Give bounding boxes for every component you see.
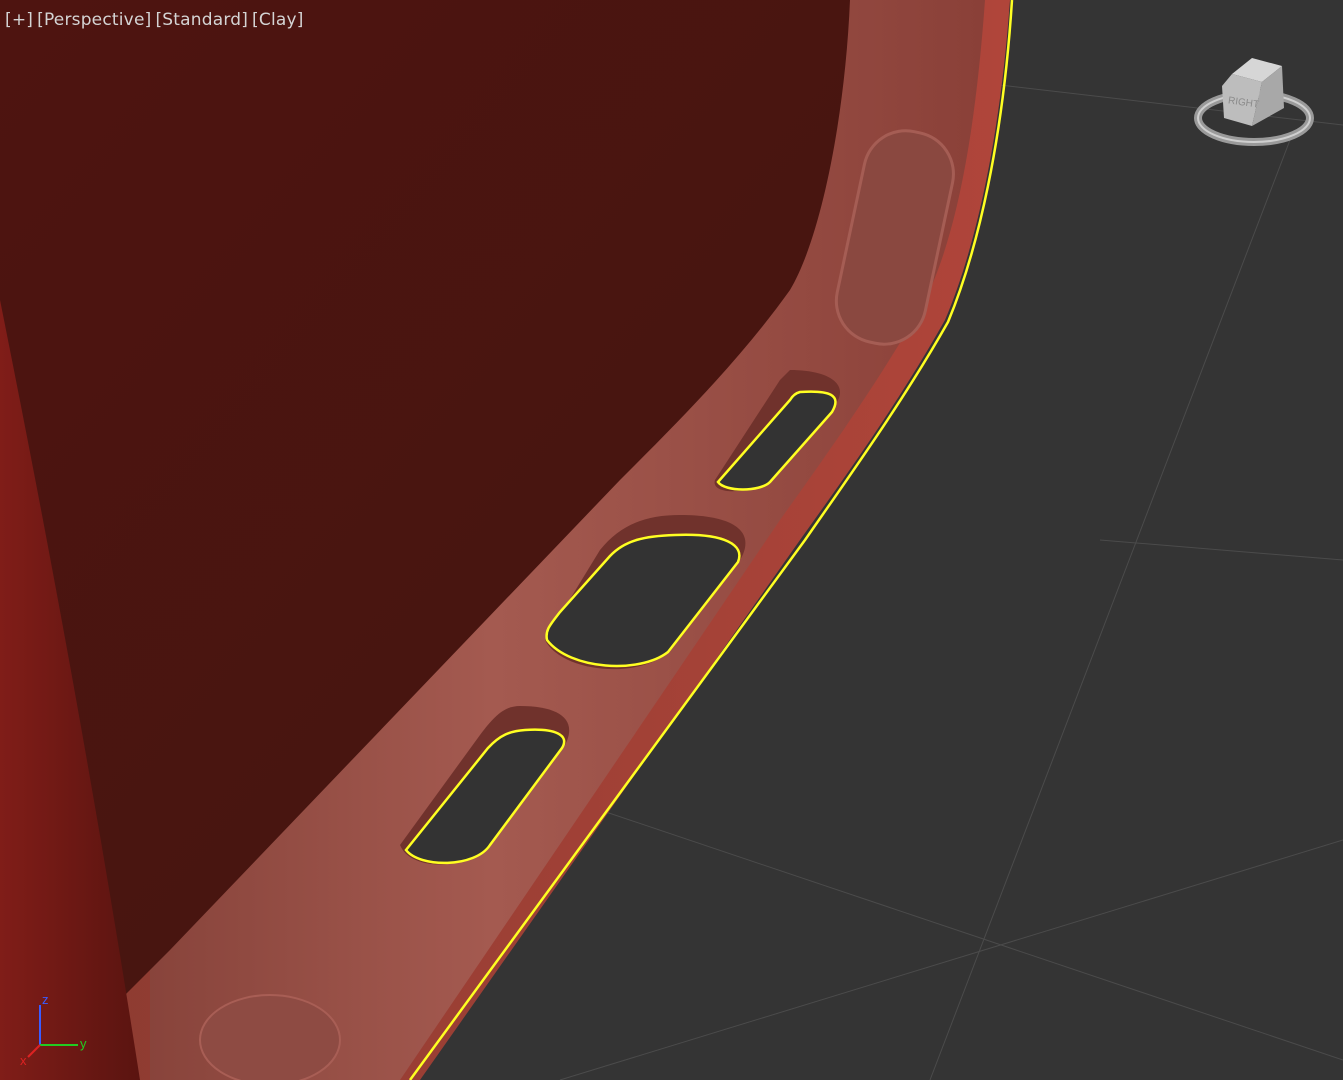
viewcube-icon[interactable]: RIGHT xyxy=(1188,52,1318,162)
scene-canvas[interactable] xyxy=(0,0,1343,1080)
axis-tripod: z y x xyxy=(20,992,87,1068)
viewport-menu-shading[interactable]: [Standard] xyxy=(155,10,248,30)
viewport-menu-style[interactable]: [Clay] xyxy=(252,10,304,30)
perspective-viewport[interactable]: [+] [Perspective] [Standard] [Clay] RIGH… xyxy=(0,0,1343,1080)
axis-z-label: z xyxy=(42,992,49,1007)
axis-y-label: y xyxy=(80,1036,87,1051)
corner-dimple xyxy=(199,994,341,1080)
viewport-menu-view[interactable]: [Perspective] xyxy=(37,10,151,30)
viewport-menu-plus[interactable]: [+] xyxy=(5,10,33,30)
axis-x-label: x xyxy=(20,1053,27,1068)
viewport-label: [+] [Perspective] [Standard] [Clay] xyxy=(5,10,304,30)
